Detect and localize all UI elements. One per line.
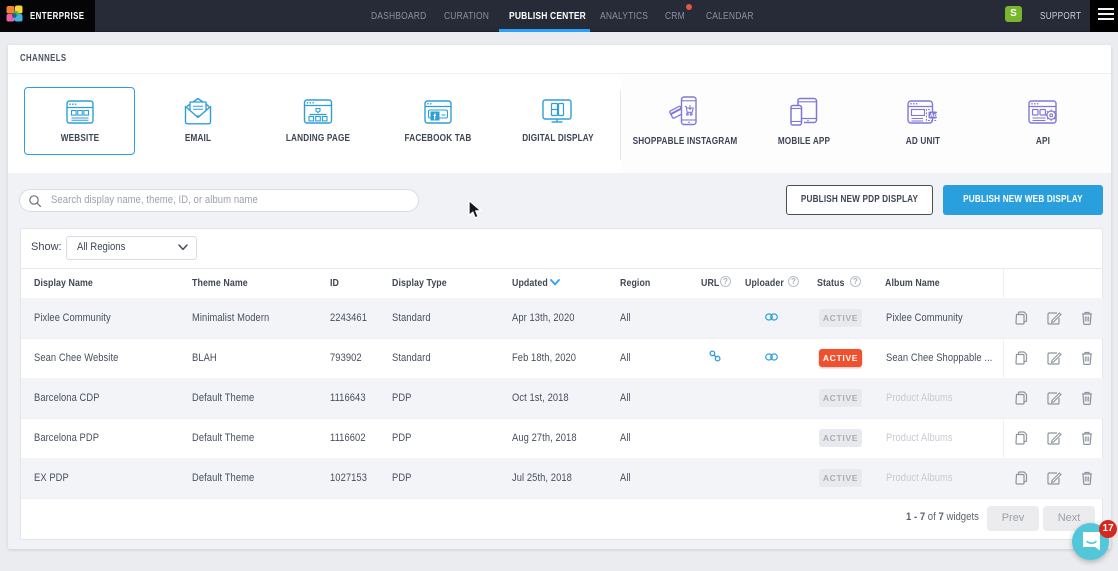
- svg-text:f: f: [433, 112, 436, 122]
- svg-text:Ad: Ad: [930, 113, 937, 119]
